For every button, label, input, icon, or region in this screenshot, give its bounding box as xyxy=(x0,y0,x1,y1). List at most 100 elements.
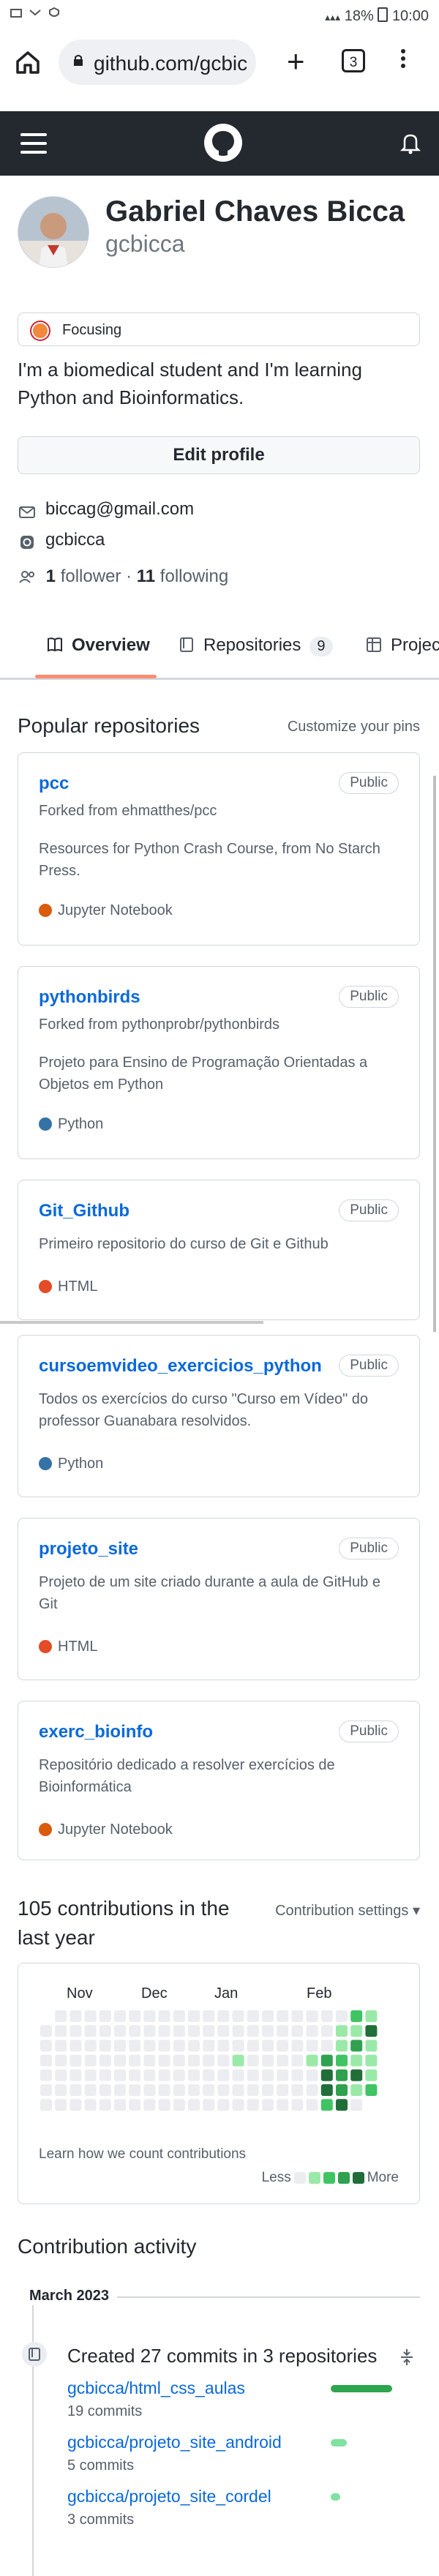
contribution-day[interactable] xyxy=(84,2069,97,2081)
contribution-day[interactable] xyxy=(277,2099,289,2111)
contribution-day[interactable] xyxy=(217,2040,230,2052)
contribution-day[interactable] xyxy=(277,2084,289,2096)
contribution-day[interactable] xyxy=(70,2054,82,2067)
contribution-day[interactable] xyxy=(247,2069,259,2081)
contribution-day[interactable] xyxy=(365,2084,378,2096)
contribution-day[interactable] xyxy=(99,2054,111,2067)
customize-pins-link[interactable]: Customize your pins xyxy=(288,719,420,735)
contribution-day[interactable] xyxy=(99,2069,111,2081)
contribution-day[interactable] xyxy=(350,2040,363,2052)
contribution-day[interactable] xyxy=(350,2069,363,2081)
contribution-day[interactable] xyxy=(173,2084,185,2096)
contribution-day[interactable] xyxy=(277,2054,289,2067)
activity-commit-count[interactable]: 3 commits xyxy=(67,2512,134,2528)
activity-commit-count[interactable]: 5 commits xyxy=(67,2457,134,2474)
instagram-link[interactable]: gcbicca xyxy=(45,530,105,550)
contribution-day[interactable] xyxy=(203,2054,215,2067)
home-icon[interactable] xyxy=(15,50,41,75)
contribution-day[interactable] xyxy=(114,2054,126,2067)
contribution-day[interactable] xyxy=(262,2084,274,2096)
contribution-day[interactable] xyxy=(291,2054,304,2067)
url-bar[interactable]: github.com/gcbicca xyxy=(59,40,256,85)
repo-name-link[interactable]: exerc_bioinfo xyxy=(39,1722,153,1742)
more-menu-icon[interactable] xyxy=(400,46,406,75)
contribution-day[interactable] xyxy=(129,2025,141,2037)
learn-contributions-link[interactable]: Learn how we count contributions xyxy=(39,2146,246,2163)
contribution-day[interactable] xyxy=(203,2099,215,2111)
contribution-day[interactable] xyxy=(217,2084,230,2096)
contribution-day[interactable] xyxy=(70,2040,82,2052)
contribution-day[interactable] xyxy=(55,2099,67,2111)
contribution-settings-button[interactable]: Contribution settings ▾ xyxy=(275,1901,420,1920)
contribution-day[interactable] xyxy=(173,2010,185,2022)
contribution-day[interactable] xyxy=(70,2069,82,2081)
contribution-day[interactable] xyxy=(129,2010,141,2022)
contribution-day[interactable] xyxy=(203,2084,215,2096)
contribution-day[interactable] xyxy=(173,2054,185,2067)
contribution-day[interactable] xyxy=(143,2040,156,2052)
contribution-day[interactable] xyxy=(188,2040,200,2052)
contribution-day[interactable] xyxy=(188,2010,200,2022)
contribution-day[interactable] xyxy=(158,2084,170,2096)
contribution-day[interactable] xyxy=(99,2040,111,2052)
contribution-day[interactable] xyxy=(188,2054,200,2067)
contribution-day[interactable] xyxy=(320,2084,333,2096)
contribution-day[interactable] xyxy=(70,2084,82,2096)
contribution-day[interactable] xyxy=(173,2099,185,2111)
contribution-day[interactable] xyxy=(114,2099,126,2111)
contribution-day[interactable] xyxy=(247,2040,259,2052)
contribution-day[interactable] xyxy=(365,2025,378,2037)
contribution-day[interactable] xyxy=(143,2099,156,2111)
contribution-day[interactable] xyxy=(129,2054,141,2067)
contribution-day[interactable] xyxy=(336,2040,348,2052)
contribution-day[interactable] xyxy=(143,2025,156,2037)
contribution-day[interactable] xyxy=(55,2025,67,2037)
contribution-day[interactable] xyxy=(232,2069,244,2081)
tab-repositories[interactable]: Repositories 9 xyxy=(179,635,333,656)
activity-repo-link[interactable]: gcbicca/projeto_site_cordel xyxy=(67,2487,271,2506)
contribution-day[interactable] xyxy=(262,2040,274,2052)
contribution-day[interactable] xyxy=(84,2010,97,2022)
contribution-day[interactable] xyxy=(40,2084,52,2096)
contribution-day[interactable] xyxy=(247,2084,259,2096)
contribution-day[interactable] xyxy=(350,2054,363,2067)
contribution-day[interactable] xyxy=(320,2010,333,2022)
contribution-day[interactable] xyxy=(306,2010,318,2022)
contribution-day[interactable] xyxy=(40,2025,52,2037)
contribution-day[interactable] xyxy=(70,2010,82,2022)
contribution-day[interactable] xyxy=(262,2099,274,2111)
contribution-day[interactable] xyxy=(203,2069,215,2081)
contribution-day[interactable] xyxy=(232,2025,244,2037)
fork-source[interactable]: Forked from ehmatthes/pcc xyxy=(39,803,217,820)
contribution-day[interactable] xyxy=(55,2010,67,2022)
contribution-day[interactable] xyxy=(129,2084,141,2096)
contribution-day[interactable] xyxy=(336,2010,348,2022)
contribution-day[interactable] xyxy=(365,2040,378,2052)
contribution-day[interactable] xyxy=(203,2025,215,2037)
horizontal-scrollbar[interactable] xyxy=(0,1321,263,1324)
contribution-day[interactable] xyxy=(173,2040,185,2052)
contribution-day[interactable] xyxy=(188,2069,200,2081)
contribution-day[interactable] xyxy=(158,2010,170,2022)
tab-overview[interactable]: Overview xyxy=(47,635,150,656)
contribution-day[interactable] xyxy=(291,2099,304,2111)
contribution-day[interactable] xyxy=(70,2025,82,2037)
activity-repo-link[interactable]: gcbicca/html_css_aulas xyxy=(67,2378,245,2398)
followers-link[interactable]: 1 follower xyxy=(46,566,121,586)
contribution-day[interactable] xyxy=(306,2025,318,2037)
contribution-day[interactable] xyxy=(306,2084,318,2096)
scrollbar[interactable] xyxy=(433,776,436,1332)
contribution-day[interactable] xyxy=(336,2054,348,2067)
contribution-day[interactable] xyxy=(291,2069,304,2081)
contribution-day[interactable] xyxy=(55,2084,67,2096)
contribution-day[interactable] xyxy=(291,2040,304,2052)
contribution-day[interactable] xyxy=(158,2069,170,2081)
contribution-day[interactable] xyxy=(143,2010,156,2022)
contribution-day[interactable] xyxy=(277,2040,289,2052)
contribution-day[interactable] xyxy=(40,2069,52,2081)
contribution-day[interactable] xyxy=(217,2069,230,2081)
contribution-day[interactable] xyxy=(129,2099,141,2111)
contribution-day[interactable] xyxy=(84,2025,97,2037)
contribution-day[interactable] xyxy=(129,2069,141,2081)
contribution-day[interactable] xyxy=(84,2054,97,2067)
